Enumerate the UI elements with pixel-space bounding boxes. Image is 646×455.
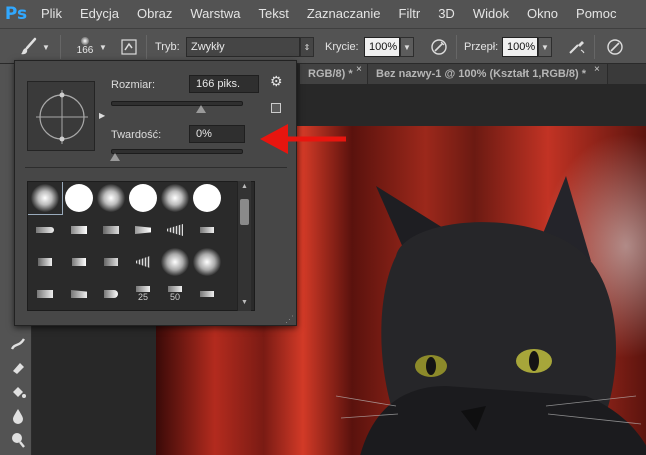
brush-presets-grid: 25 50 <box>27 181 255 311</box>
panel-divider <box>25 167 287 168</box>
preset-brush-50[interactable]: 50 <box>158 278 192 310</box>
brush-size-picker[interactable]: 166 <box>70 33 100 61</box>
options-bar: ▼ 166 ▼ Tryb: Zwykły ⇕ Krycie: 100% ▼ Pr… <box>0 28 646 64</box>
mode-dropdown-icon: ⇕ <box>300 37 314 57</box>
preset-chisel-tip[interactable] <box>126 214 160 246</box>
red-arrow-annotation <box>260 124 346 154</box>
new-preset-icon[interactable] <box>271 103 281 113</box>
scroll-up-icon[interactable]: ▲ <box>241 183 248 190</box>
menu-okno[interactable]: Okno <box>518 0 567 28</box>
flow-dropdown-icon[interactable]: ▼ <box>538 37 552 57</box>
menu-filtr[interactable]: Filtr <box>390 0 430 28</box>
menu-widok[interactable]: Widok <box>464 0 518 28</box>
size-field[interactable]: 166 piks. <box>189 75 259 93</box>
brush-tip-angle-preview[interactable] <box>27 81 95 151</box>
opacity-field[interactable]: 100% ▼ <box>364 35 414 59</box>
preset-soft-round[interactable] <box>158 246 192 278</box>
preset-hard-round[interactable] <box>62 182 96 214</box>
tip-preview-arrow-icon: ▶ <box>99 111 106 120</box>
tab-label: Bez nazwy-1 @ 100% (Kształt 1,RGB/8) * <box>376 68 587 80</box>
preset-soft-round[interactable] <box>94 182 128 214</box>
brush-tool-icon[interactable] <box>18 36 40 58</box>
menu-bar: Ps Plik Edycja Obraz Warstwa Tekst Zazna… <box>0 0 646 28</box>
brush-picker-dropdown-icon[interactable]: ▼ <box>98 36 108 58</box>
preset-hard-round[interactable] <box>126 182 160 214</box>
paint-bucket-icon[interactable] <box>8 382 28 402</box>
menu-obraz[interactable]: Obraz <box>128 0 181 28</box>
black-cat-image <box>336 176 646 455</box>
tab-label: RGB/8) * <box>308 68 353 80</box>
preset-flat-tip[interactable] <box>28 278 62 310</box>
flow-label: Przepł: <box>464 41 499 53</box>
preset-flat-tip[interactable] <box>62 278 96 310</box>
preset-pencil-tip[interactable] <box>190 214 224 246</box>
brush-tip-dot-icon <box>81 37 89 45</box>
size-label: Rozmiar: <box>111 79 156 91</box>
history-brush-icon[interactable] <box>8 334 28 354</box>
mode-select[interactable]: Zwykły ⇕ <box>186 35 314 59</box>
opacity-dropdown-icon[interactable]: ▼ <box>400 37 414 57</box>
presets-scrollbar[interactable]: ▲ ▼ <box>237 181 251 311</box>
tab-close-icon[interactable]: × <box>356 64 362 75</box>
hardness-label: Twardość: <box>111 129 162 141</box>
blur-icon[interactable] <box>8 406 28 426</box>
menu-plik[interactable]: Plik <box>32 0 71 28</box>
brush-preset-picker: ▶ Rozmiar: 166 piks. Twardość: 0% ⚙ 25 5… <box>14 60 297 326</box>
hardness-slider-track[interactable] <box>111 149 243 154</box>
eraser-icon[interactable] <box>8 358 28 378</box>
hardness-slider-thumb[interactable] <box>110 153 120 161</box>
hardness-field[interactable]: 0% <box>189 125 245 143</box>
preset-fan-tip[interactable] <box>158 214 192 246</box>
preset-hard-round[interactable] <box>190 182 224 214</box>
preset-soft-round[interactable] <box>158 182 192 214</box>
flow-value[interactable]: 100% <box>502 37 538 57</box>
airbrush-icon[interactable] <box>566 36 588 58</box>
preset-fan-tip[interactable] <box>126 246 160 278</box>
opacity-label: Krycie: <box>325 41 359 53</box>
gear-icon[interactable]: ⚙ <box>270 73 283 90</box>
size-slider-track[interactable] <box>111 101 243 106</box>
preset-pencil-tip[interactable] <box>94 214 128 246</box>
scroll-down-icon[interactable]: ▼ <box>241 299 248 306</box>
tab-close-icon[interactable]: × <box>594 64 600 75</box>
menu-warstwa[interactable]: Warstwa <box>181 0 249 28</box>
menu-pomoc[interactable]: Pomoc <box>567 0 625 28</box>
pressure-opacity-icon[interactable] <box>428 36 450 58</box>
preset-soft-round[interactable] <box>28 182 63 215</box>
scrollbar-thumb[interactable] <box>240 199 249 225</box>
mode-label: Tryb: <box>155 41 180 53</box>
preset-brush-25[interactable]: 25 <box>126 278 160 310</box>
tool-preset-dropdown-icon[interactable]: ▼ <box>40 36 52 58</box>
photoshop-logo: Ps <box>4 4 28 24</box>
preset-pencil-tip[interactable] <box>28 214 62 246</box>
preset-size-label: 25 <box>137 292 148 302</box>
preset-marker-tip[interactable] <box>94 246 128 278</box>
preset-size-label: 50 <box>169 292 180 302</box>
document-tabs: RGB/8) * × Bez nazwy-1 @ 100% (Kształt 1… <box>300 64 646 84</box>
dodge-icon[interactable] <box>8 430 28 450</box>
preset-soft-round[interactable] <box>190 246 224 278</box>
menu-zaznaczanie[interactable]: Zaznaczanie <box>298 0 390 28</box>
brush-size-value: 166 <box>76 45 94 56</box>
brush-panel-toggle-icon[interactable] <box>118 36 140 58</box>
mode-value: Zwykły <box>186 37 300 57</box>
resize-grip-icon[interactable]: ⋰ <box>285 314 294 325</box>
menu-tekst[interactable]: Tekst <box>249 0 297 28</box>
tab-document-2[interactable]: Bez nazwy-1 @ 100% (Kształt 1,RGB/8) * <box>368 64 608 84</box>
flow-field[interactable]: 100% ▼ <box>502 35 552 59</box>
preset-marker-tip[interactable] <box>62 246 96 278</box>
opacity-value[interactable]: 100% <box>364 37 400 57</box>
preset-flat-tip[interactable] <box>190 278 224 310</box>
preset-round-tip[interactable] <box>94 278 128 310</box>
preset-marker-tip[interactable] <box>28 246 62 278</box>
menu-edycja[interactable]: Edycja <box>71 0 128 28</box>
pressure-size-icon[interactable] <box>604 36 626 58</box>
menu-3d[interactable]: 3D <box>429 0 464 28</box>
size-slider-thumb[interactable] <box>195 105 206 113</box>
preset-pencil-tip[interactable] <box>62 214 96 246</box>
